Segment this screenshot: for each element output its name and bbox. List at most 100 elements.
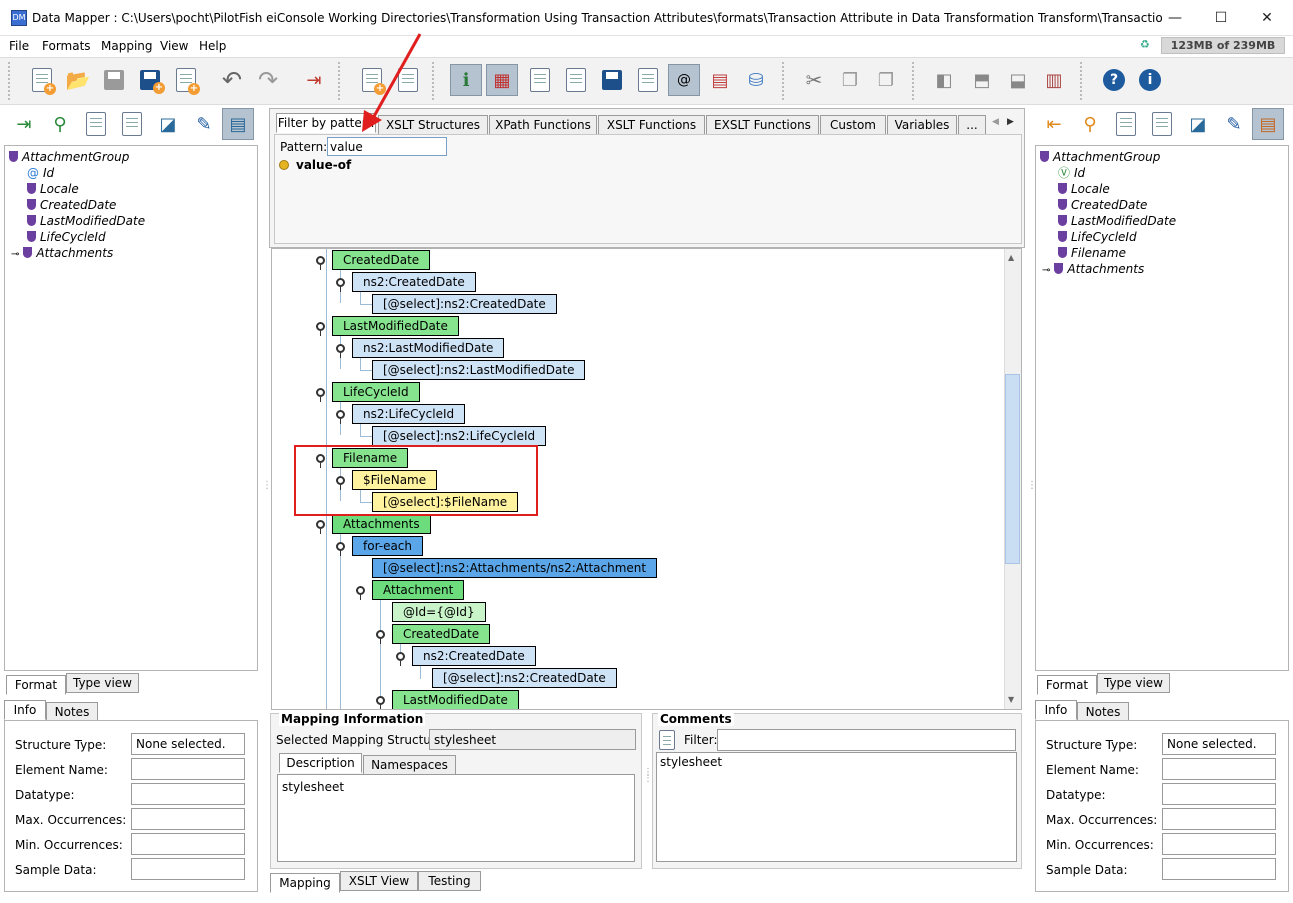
min-occurrences-field[interactable]: [1162, 833, 1276, 855]
node-select-createddate[interactable]: [@select]:ns2:CreatedDate: [372, 294, 557, 314]
tree-root[interactable]: AttachmentGroup: [1040, 149, 1160, 165]
pin-icon[interactable]: [316, 322, 325, 336]
node-createddate[interactable]: CreatedDate: [332, 250, 431, 270]
tree-doc-icon[interactable]: [116, 108, 148, 140]
node-attachments[interactable]: Attachments: [332, 514, 431, 534]
element-name-field[interactable]: [131, 758, 245, 780]
save-as-icon[interactable]: +: [134, 64, 166, 96]
tree-item[interactable]: Locale: [1058, 181, 1110, 197]
maximize-button[interactable]: ☐: [1198, 0, 1244, 36]
tab-namespaces[interactable]: Namespaces: [363, 755, 456, 775]
close-button[interactable]: ✕: [1244, 0, 1290, 36]
tree-item[interactable]: LifeCycleId: [1058, 229, 1137, 245]
tab-custom[interactable]: Custom: [820, 115, 886, 135]
menu-mapping[interactable]: Mapping: [101, 39, 153, 53]
pin-icon[interactable]: [336, 410, 345, 424]
pin-icon[interactable]: [356, 586, 365, 600]
tree-item[interactable]: CreatedDate: [27, 197, 116, 213]
tree-view-icon[interactable]: ▤: [222, 108, 254, 140]
find-icon[interactable]: ⚲: [44, 108, 76, 140]
tab-scroll-right-icon[interactable]: ▶: [1007, 117, 1014, 127]
edit-icon[interactable]: ✎: [188, 108, 220, 140]
node-lastmodifieddate[interactable]: LastModifiedDate: [332, 316, 459, 336]
tab-mapping[interactable]: Mapping: [270, 873, 340, 893]
tree-item[interactable]: Ⓥ Id: [1058, 165, 1085, 181]
find-icon[interactable]: ⚲: [1074, 108, 1106, 140]
menu-help[interactable]: Help: [199, 39, 226, 53]
format-doc-icon[interactable]: [80, 108, 112, 140]
tree-view-icon[interactable]: ▤: [1252, 108, 1284, 140]
element-name-field[interactable]: [1162, 758, 1276, 780]
tree-item[interactable]: ⊸ Attachments: [1042, 261, 1144, 279]
splitter-grip[interactable]: ⋮: [262, 480, 272, 491]
exit-icon[interactable]: ⇥: [298, 64, 330, 96]
tab-notes-right[interactable]: Notes: [1077, 702, 1129, 722]
scrollbar-thumb[interactable]: [1005, 374, 1020, 564]
pin-icon[interactable]: [376, 630, 385, 644]
pin-icon[interactable]: [396, 652, 405, 666]
tree-item[interactable]: ⊸ Attachments: [11, 245, 113, 263]
help-icon[interactable]: ?: [1098, 64, 1130, 96]
menu-formats[interactable]: Formats: [42, 39, 91, 53]
node-ns2-createddate[interactable]: ns2:CreatedDate: [352, 272, 476, 292]
structure-icon[interactable]: ▥: [1038, 64, 1070, 96]
max-occurrences-field[interactable]: [131, 808, 245, 830]
tab-xslt-view[interactable]: XSLT View: [340, 871, 418, 891]
edit-icon[interactable]: ✎: [1218, 108, 1250, 140]
node-attachment-createddate[interactable]: CreatedDate: [392, 624, 491, 644]
scroll-down-icon[interactable]: ▼: [1008, 695, 1014, 704]
undo-icon[interactable]: ↶: [216, 64, 248, 96]
new-format-icon[interactable]: +: [26, 64, 58, 96]
tree-item[interactable]: Filename: [1058, 245, 1126, 261]
garbage-collect-icon[interactable]: ♻: [1140, 38, 1156, 52]
format-doc-icon[interactable]: [1110, 108, 1142, 140]
max-occurrences-field[interactable]: [1162, 808, 1276, 830]
info-view-icon[interactable]: ℹ: [450, 64, 482, 96]
min-occurrences-field[interactable]: [131, 833, 245, 855]
comments-text[interactable]: stylesheet: [656, 752, 1017, 862]
comment-doc-icon[interactable]: [659, 730, 677, 750]
color-view-icon[interactable]: ▦: [486, 64, 518, 96]
xml-view-icon[interactable]: [560, 64, 592, 96]
comments-filter-input[interactable]: [717, 729, 1016, 751]
preview-icon[interactable]: ◪: [152, 108, 184, 140]
save-xslt-icon[interactable]: [596, 64, 628, 96]
sample-data-field[interactable]: [1162, 858, 1276, 880]
tab-more[interactable]: ...: [958, 115, 986, 135]
selected-structure-field[interactable]: stylesheet: [429, 729, 636, 750]
node-ns2-lifecycleid[interactable]: ns2:LifeCycleId: [352, 404, 466, 424]
open-icon[interactable]: 📂: [62, 64, 94, 96]
tab-description[interactable]: Description: [279, 753, 362, 773]
node-ns2-lastmodifieddate[interactable]: ns2:LastModifiedDate: [352, 338, 505, 358]
tab-format-right[interactable]: Format: [1037, 675, 1097, 695]
tab-info-right[interactable]: Info: [1035, 700, 1077, 720]
move-up-icon[interactable]: ⬒: [966, 64, 998, 96]
move-down-icon[interactable]: ⬓: [1002, 64, 1034, 96]
sample-data-field[interactable]: [131, 858, 245, 880]
document-icon[interactable]: [632, 64, 664, 96]
menu-view[interactable]: View: [160, 39, 188, 53]
namespace-icon[interactable]: @: [668, 64, 700, 96]
paste-icon[interactable]: ❐: [870, 64, 902, 96]
tree-item[interactable]: @ Id: [27, 165, 54, 181]
tab-exslt-functions[interactable]: EXSLT Functions: [706, 115, 819, 135]
tree-item[interactable]: LifeCycleId: [27, 229, 106, 245]
scroll-up-icon[interactable]: ▲: [1008, 253, 1014, 262]
export-xls-icon[interactable]: +: [170, 64, 202, 96]
tab-notes-left[interactable]: Notes: [46, 702, 98, 722]
node-select-lastmodifieddate[interactable]: [@select]:ns2:LastModifiedDate: [372, 360, 586, 380]
expand-key-icon[interactable]: ⊸: [11, 249, 19, 260]
import-icon[interactable]: ⇤: [1038, 108, 1070, 140]
database-icon[interactable]: ⛁: [740, 64, 772, 96]
pin-icon[interactable]: [316, 520, 325, 534]
node-select-attachment[interactable]: [@select]:ns2:Attachments/ns2:Attachment: [372, 558, 658, 578]
about-icon[interactable]: i: [1134, 64, 1166, 96]
cut-icon[interactable]: ✂: [798, 64, 830, 96]
node-attachment-lastmodifieddate[interactable]: LastModifiedDate: [392, 690, 519, 709]
structure-type-field[interactable]: None selected.: [131, 733, 245, 755]
datatype-field[interactable]: [131, 783, 245, 805]
pin-icon[interactable]: [376, 696, 385, 709]
tab-xslt-functions[interactable]: XSLT Functions: [598, 115, 705, 135]
tab-scroll-left-icon[interactable]: ◀: [992, 117, 999, 127]
tree-item[interactable]: LastModifiedDate: [1058, 213, 1176, 229]
